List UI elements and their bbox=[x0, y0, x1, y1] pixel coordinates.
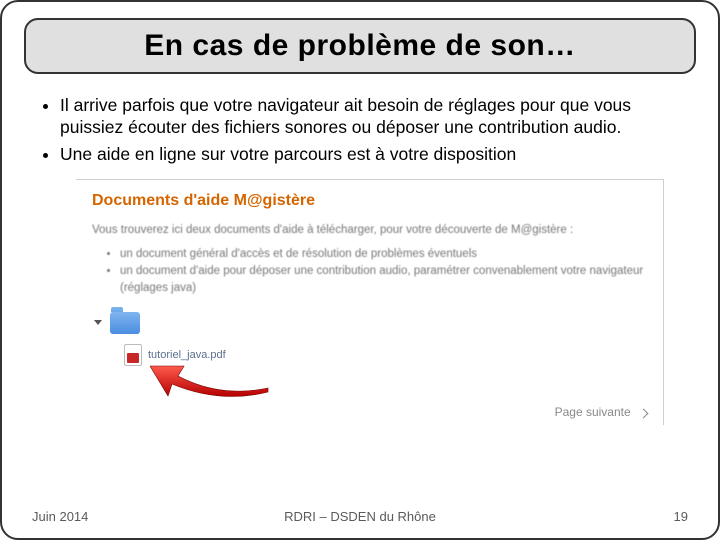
toggle-triangle-icon bbox=[94, 320, 102, 325]
next-page-link[interactable]: Page suivante bbox=[555, 405, 647, 419]
file-listing: tutoriel_java.pdf bbox=[94, 314, 647, 388]
title-bar: En cas de problème de son… bbox=[24, 18, 696, 74]
help-panel-intro: Vous trouverez ici deux documents d'aide… bbox=[92, 224, 647, 236]
chevron-right-icon bbox=[639, 408, 649, 418]
bullet-item: Une aide en ligne sur votre parcours est… bbox=[60, 143, 672, 165]
footer-org: RDRI – DSDEN du Rhône bbox=[2, 509, 718, 524]
bullet-list: Il arrive parfois que votre navigateur a… bbox=[20, 88, 700, 165]
slide-frame: En cas de problème de son… Il arrive par… bbox=[0, 0, 720, 540]
pdf-file-name: tutoriel_java.pdf bbox=[148, 349, 226, 361]
red-arrow-icon bbox=[150, 358, 270, 400]
slide-footer: Juin 2014 RDRI – DSDEN du Rhône 19 bbox=[2, 509, 718, 524]
help-panel-screenshot: Documents d'aide M@gistère Vous trouvere… bbox=[76, 179, 664, 425]
slide-title: En cas de problème de son… bbox=[144, 29, 575, 63]
help-panel-list-item: un document général d'accès et de résolu… bbox=[120, 246, 647, 263]
help-panel-list-item: un document d'aide pour déposer une cont… bbox=[120, 263, 647, 296]
pdf-file-icon bbox=[124, 344, 142, 366]
next-page-label: Page suivante bbox=[555, 405, 631, 419]
help-panel-list: un document général d'accès et de résolu… bbox=[92, 246, 647, 296]
folder-icon bbox=[110, 312, 140, 334]
bullet-item: Il arrive parfois que votre navigateur a… bbox=[60, 94, 672, 139]
help-panel-heading: Documents d'aide M@gistère bbox=[92, 192, 647, 210]
